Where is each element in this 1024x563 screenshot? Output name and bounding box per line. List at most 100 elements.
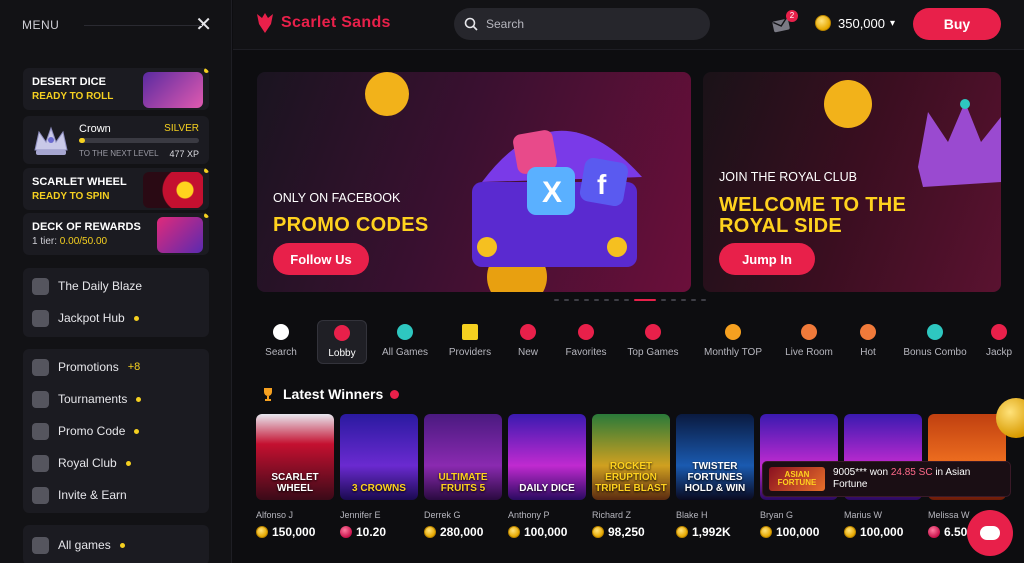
tab-monthly-top[interactable]: Monthly TOP bbox=[693, 320, 773, 364]
sidebar-item-promo-code[interactable]: Promo Code bbox=[23, 415, 209, 447]
gold-coin-icon bbox=[592, 526, 604, 538]
dice-icon bbox=[143, 72, 203, 108]
notification-dot bbox=[204, 168, 209, 173]
calendar-icon bbox=[32, 277, 49, 295]
follow-us-button[interactable]: Follow Us bbox=[273, 243, 369, 275]
winner-card[interactable]: ROCKET ERUPTION TRIPLE BLAST Richard Z 98,… bbox=[592, 414, 670, 539]
toast-game-thumb: ASIAN FORTUNE bbox=[769, 467, 825, 491]
tab-label: Monthly TOP bbox=[704, 347, 762, 358]
notification-dot bbox=[133, 315, 139, 321]
latest-winners-header: Latest Winners bbox=[261, 386, 400, 402]
game-thumbnail[interactable]: TWISTER FORTUNES HOLD & WIN bbox=[676, 414, 754, 500]
promo-banner-royal-club[interactable]: JOIN THE ROYAL CLUB WELCOME TO THE ROYAL… bbox=[703, 72, 1001, 292]
tab-label: Providers bbox=[448, 347, 492, 358]
winner-card[interactable]: 3 CROWNS Jennifer E 10.20 bbox=[340, 414, 418, 539]
sidebar-item-the-daily-blaze[interactable]: The Daily Blaze bbox=[23, 270, 209, 302]
carousel-dot[interactable] bbox=[614, 299, 619, 301]
carousel-dot[interactable] bbox=[554, 299, 559, 301]
category-bar: Search Lobby All Games Providers New Favorite… bbox=[257, 320, 1024, 364]
banner-headline-line1: WELCOME TO THE bbox=[719, 194, 907, 216]
carousel-dot[interactable] bbox=[594, 299, 599, 301]
game-thumbnail[interactable]: 3 CROWNS bbox=[340, 414, 418, 500]
gold-coin-icon bbox=[844, 526, 856, 538]
winner-card[interactable]: TWISTER FORTUNES HOLD & WIN Blake H 1,992K bbox=[676, 414, 754, 539]
search-input[interactable] bbox=[486, 17, 686, 31]
game-title: ULTIMATE FRUITS 5 bbox=[438, 472, 488, 494]
tab-jackp[interactable]: Jackp bbox=[979, 320, 1019, 364]
menu-header: MENU ✕ bbox=[22, 15, 212, 35]
buy-button[interactable]: Buy bbox=[913, 8, 1001, 40]
tab-hot[interactable]: Hot bbox=[847, 320, 889, 364]
sidebar-item-invite-earn[interactable]: Invite & Earn bbox=[23, 479, 209, 511]
sidebar-item-jackpot-hub[interactable]: Jackpot Hub bbox=[23, 302, 209, 334]
tab-lobby[interactable]: Lobby bbox=[317, 320, 367, 364]
carousel-dot[interactable] bbox=[624, 299, 629, 301]
tab-label: Bonus Combo bbox=[903, 347, 967, 358]
tab-search[interactable]: Search bbox=[257, 320, 305, 364]
win-amount-row: 98,250 bbox=[592, 525, 670, 539]
carousel-dot[interactable] bbox=[661, 299, 666, 301]
notifications-button[interactable]: 2 bbox=[770, 10, 798, 36]
svg-text:f: f bbox=[597, 169, 607, 200]
chat-button[interactable] bbox=[967, 510, 1013, 556]
game-thumbnail[interactable]: ROCKET ERUPTION TRIPLE BLAST bbox=[592, 414, 670, 500]
winner-card[interactable]: DAILY DICE Anthony P 100,000 bbox=[508, 414, 586, 539]
carousel-dot[interactable] bbox=[681, 299, 686, 301]
tab-providers[interactable]: Providers bbox=[445, 320, 495, 364]
promo-card-scarlet-wheel[interactable]: SCARLET WHEEL READY TO SPIN bbox=[23, 168, 209, 210]
tab-top-games[interactable]: Top Games bbox=[619, 320, 687, 364]
sidebar-item-promotions[interactable]: Promotions +8 bbox=[23, 351, 209, 383]
carousel-dot[interactable] bbox=[574, 299, 579, 301]
tab-live-room[interactable]: Live Room bbox=[777, 320, 841, 364]
sidebar-item-label: Royal Club bbox=[58, 456, 117, 470]
search-icon bbox=[464, 17, 478, 31]
carousel-dot[interactable] bbox=[634, 299, 656, 301]
search-box[interactable] bbox=[454, 8, 710, 40]
app-root: MENU ✕ DESERT DICE READY TO ROLL Crown S… bbox=[0, 0, 1024, 563]
game-thumbnail[interactable]: SCARLET WHEEL bbox=[256, 414, 334, 500]
top-bar: Scarlet Sands 2 350,000 ▾ Buy bbox=[233, 0, 1024, 50]
sidebar-item-all-games[interactable]: All games bbox=[23, 529, 209, 561]
flame-icon bbox=[860, 324, 876, 340]
deck-of-rewards-card[interactable]: DECK OF REWARDS 1 tier: 0.00/50.00 bbox=[23, 213, 209, 255]
notification-dot bbox=[119, 542, 125, 548]
crown-level-card[interactable]: Crown SILVER TO THE NEXT LEVEL 477 XP bbox=[23, 116, 209, 164]
carousel-dot[interactable] bbox=[701, 299, 706, 301]
winner-name: Richard Z bbox=[592, 510, 632, 520]
brand-logo[interactable]: Scarlet Sands bbox=[255, 12, 391, 34]
search-icon bbox=[273, 324, 289, 340]
gold-coin-icon bbox=[508, 526, 520, 538]
balance-selector[interactable]: 350,000 ▾ bbox=[815, 15, 895, 31]
notification-dot bbox=[125, 460, 131, 466]
winner-card[interactable]: SCARLET WHEEL Alfonso J 150,000 bbox=[256, 414, 334, 539]
win-amount-row: 100,000 bbox=[844, 525, 922, 539]
carousel-dot[interactable] bbox=[604, 299, 609, 301]
gold-coin-icon bbox=[815, 15, 831, 31]
carousel-dot[interactable] bbox=[564, 299, 569, 301]
carousel-dot[interactable] bbox=[584, 299, 589, 301]
game-thumbnail[interactable]: DAILY DICE bbox=[508, 414, 586, 500]
win-amount: 100,000 bbox=[860, 525, 904, 539]
tab-favorites[interactable]: Favorites bbox=[557, 320, 615, 364]
sidebar-item-tournaments[interactable]: Tournaments bbox=[23, 383, 209, 415]
tab-new[interactable]: New bbox=[503, 320, 553, 364]
live-indicator bbox=[390, 389, 400, 399]
sidebar-item-royal-club[interactable]: Royal Club bbox=[23, 447, 209, 479]
carousel-dot[interactable] bbox=[691, 299, 696, 301]
tab-all-games[interactable]: All Games bbox=[371, 320, 439, 364]
tab-bonus-combo[interactable]: Bonus Combo bbox=[893, 320, 977, 364]
game-thumbnail[interactable]: ULTIMATE FRUITS 5 bbox=[424, 414, 502, 500]
winner-card[interactable]: ULTIMATE FRUITS 5 Derrek G 280,000 bbox=[424, 414, 502, 539]
cards-icon bbox=[157, 217, 203, 253]
win-toast[interactable]: ASIAN FORTUNE 9005*** won 24.85 SC in As… bbox=[762, 461, 1011, 497]
new-icon bbox=[520, 324, 536, 340]
carousel-dot[interactable] bbox=[671, 299, 676, 301]
win-amount-row: 1,992K bbox=[676, 525, 754, 539]
promo-card-desert-dice[interactable]: DESERT DICE READY TO ROLL bbox=[23, 68, 209, 110]
tab-label: Live Room bbox=[785, 347, 833, 358]
sidebar: MENU ✕ DESERT DICE READY TO ROLL Crown S… bbox=[0, 0, 232, 563]
promo-banner-facebook[interactable]: X f ONLY ON FACEBOOK PROMO CODES Follow … bbox=[257, 72, 691, 292]
carousel-indicator[interactable] bbox=[554, 299, 706, 301]
jump-in-button[interactable]: Jump In bbox=[719, 243, 815, 275]
heart-icon bbox=[578, 324, 594, 340]
